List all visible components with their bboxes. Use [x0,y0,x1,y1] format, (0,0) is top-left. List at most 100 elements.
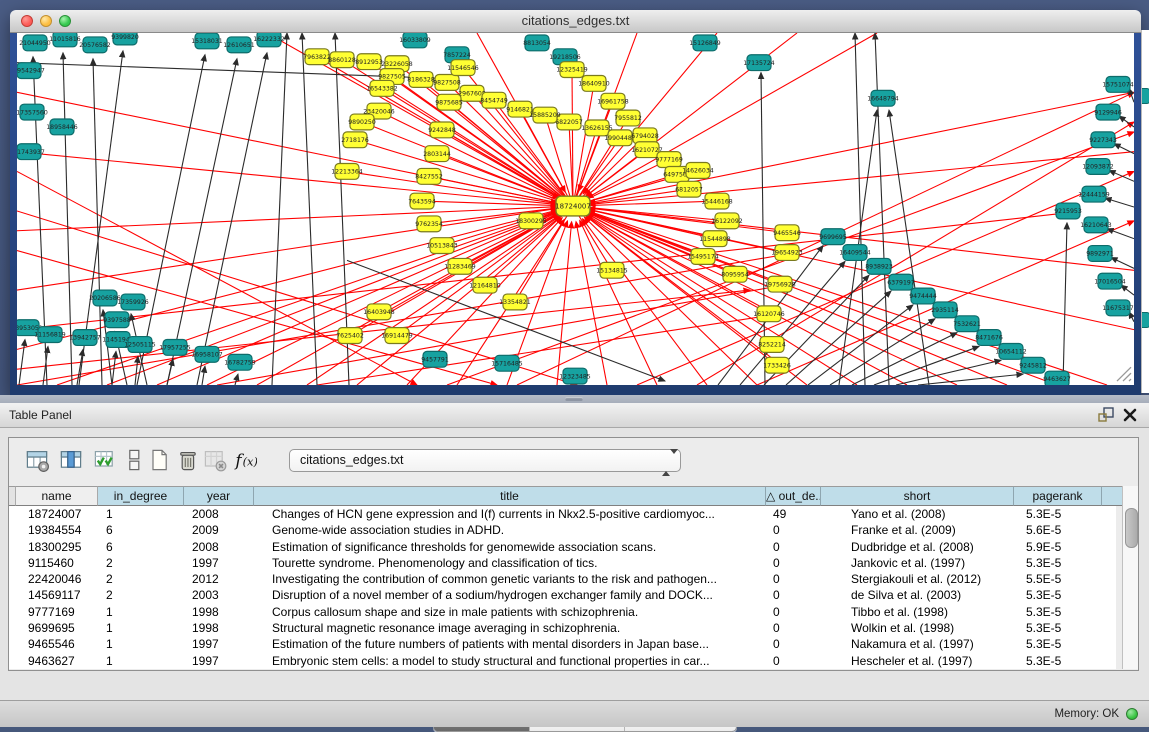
column-header-title[interactable]: title [254,486,766,506]
graph-node-teal[interactable]: 17957255 [159,340,191,356]
graph-node-teal[interactable]: 9892971 [1086,246,1114,262]
graph-node-teal[interactable]: 8813054 [523,35,551,51]
graph-node-yellow[interactable]: 9875685 [435,94,463,110]
graph-node-teal[interactable]: 11156819 [34,327,66,343]
graph-node-yellow[interactable]: 19654923 [771,245,803,261]
graph-node-teal[interactable]: 9227343 [1089,132,1117,148]
graph-node-teal[interactable]: 16782759 [224,354,256,370]
graph-node-teal[interactable]: 11015816 [49,33,81,47]
graph-node-yellow[interactable]: 16961758 [597,93,629,109]
graph-node-teal[interactable]: 17016504 [1094,273,1126,289]
table-row[interactable]: 946554611997Estimation of the future num… [9,636,1116,652]
memory-status-icon[interactable] [1126,708,1138,720]
column-header-out_de[interactable]: △ out_de... [766,486,821,506]
graph-node-teal[interactable]: 17359926 [117,294,149,310]
graph-node-yellow[interactable]: 12213364 [331,164,363,180]
graph-node-teal[interactable]: 15126849 [689,35,721,51]
canvas-resize-grip[interactable] [1117,367,1131,381]
graph-node-yellow[interactable]: 11546546 [447,60,479,76]
column-header-pagerank[interactable]: pagerank [1014,486,1102,506]
graph-node-teal[interactable]: 9399820 [111,33,139,45]
graph-node-teal[interactable]: 17357560 [17,104,48,120]
graph-node-yellow[interactable]: 9465546 [773,225,801,241]
column-header-short[interactable]: short [821,486,1014,506]
graph-node-teal[interactable]: 19542947 [17,63,45,79]
graph-node-yellow[interactable]: 7963822 [303,49,331,65]
table-row[interactable]: 1456911722003Disruption of a novel membe… [9,587,1116,603]
graph-node-teal[interactable]: 12610651 [223,37,255,53]
column-mapping-icon[interactable] [59,447,83,473]
select-columns-icon[interactable] [93,447,117,473]
column-header-year[interactable]: year [184,486,254,506]
table-row[interactable]: 2242004622012Investigating the contribut… [9,571,1116,587]
graph-node-teal[interactable]: 21044950 [19,35,51,51]
graph-node-yellow[interactable]: 11283469 [444,258,476,274]
row-height-icon[interactable] [122,447,146,473]
graph-node-yellow[interactable]: 9762354 [415,216,443,232]
graph-node-teal[interactable]: 16409544 [839,245,871,261]
graph-node-teal[interactable]: 2935114 [931,302,959,318]
graph-node-yellow[interactable]: 9827508 [433,75,461,91]
table-row[interactable]: 977716911998Corpus callosum shape and si… [9,604,1116,620]
graph-node-yellow[interactable]: 18640910 [578,76,610,92]
graph-node-teal[interactable]: 12323485 [559,368,591,384]
graph-node-yellow[interactable]: 12325419 [556,62,588,78]
graph-node-yellow[interactable]: 2718176 [341,132,369,148]
column-header-name[interactable]: name [16,486,98,506]
graph-node-teal[interactable]: 12093872 [1082,159,1114,175]
graph-node-teal[interactable]: 18958446 [46,119,78,135]
graph-node-teal[interactable]: 20206586 [89,290,121,306]
graph-node-yellow[interactable]: 7625402 [336,328,364,344]
graph-node-yellow[interactable]: 15495174 [687,249,719,265]
graph-node-teal[interactable]: 8471676 [975,330,1003,346]
horizontal-splitter[interactable] [0,395,1149,403]
graph-node-yellow[interactable]: 16120746 [753,306,785,322]
column-header-in_degree[interactable]: in_degree [98,486,184,506]
close-panel-icon[interactable] [1121,406,1139,424]
table-row[interactable]: 1938455462009Genome-wide association stu… [9,522,1116,538]
window-titlebar[interactable]: citations_edges.txt [10,10,1141,33]
graph-node-teal[interactable]: 8938923 [865,258,893,274]
graph-node-teal[interactable]: 16648794 [867,90,899,106]
table-settings-icon[interactable] [25,447,49,473]
graph-node-yellow[interactable]: 7643594 [408,193,436,209]
graph-node-yellow[interactable]: 9242848 [428,122,456,138]
graph-node-yellow[interactable]: 11544898 [699,231,731,247]
graph-node-teal[interactable]: 11743937 [17,144,45,160]
graph-node-hub[interactable]: 18724007 [555,196,591,216]
graph-node-yellow[interactable]: 2803144 [423,146,451,162]
vertical-scrollbar[interactable] [1122,486,1138,669]
graph-node-yellow[interactable]: 19756928 [764,276,796,292]
graph-node-yellow[interactable]: 16122092 [711,213,743,229]
table-row[interactable]: 911546021997Tourette syndrome. Phenomeno… [9,555,1116,571]
graph-node-teal[interactable]: 16958107 [191,346,223,362]
table-row[interactable]: 1830029562008Estimation of significance … [9,539,1116,555]
graph-node-yellow[interactable]: 18300295 [515,213,547,229]
graph-node-teal[interactable]: 16210643 [1080,217,1112,233]
graph-node-teal[interactable]: 15716485 [491,355,523,371]
delete-entries-icon[interactable] [175,447,199,473]
delete-table-disabled-icon[interactable] [203,447,227,473]
function-builder-icon[interactable]: f(x) [233,447,257,473]
graph-node-teal[interactable]: 12444159 [1078,186,1110,202]
graph-node-yellow[interactable]: 12164810 [469,277,501,293]
graph-node-yellow[interactable]: 8252214 [758,337,786,353]
graph-node-teal[interactable]: 9699695 [819,229,847,245]
graph-node-teal[interactable]: 9457791 [421,351,449,367]
graph-node-teal[interactable]: 15751074 [1102,77,1134,93]
graph-node-teal[interactable]: 9129946 [1094,104,1122,120]
graph-node-yellow[interactable]: 15134815 [596,262,628,278]
table-row[interactable]: 946362711997Embryonic stem cells: a mode… [9,653,1116,669]
graph-node-yellow[interactable]: 8427552 [415,168,443,184]
graph-node-yellow[interactable]: 8186328 [407,72,435,88]
table-row[interactable]: 1872400712008Changes of HCN gene express… [9,506,1116,522]
graph-node-yellow[interactable]: 15446168 [701,193,733,209]
graph-node-yellow[interactable]: 16403948 [363,304,395,320]
graph-node-yellow[interactable]: 10513843 [426,238,458,254]
graph-node-yellow[interactable]: 16914479 [381,328,413,344]
graph-node-yellow[interactable]: 1733426 [763,357,791,373]
graph-node-teal[interactable]: 12505115 [124,337,156,353]
network-canvas[interactable]: 21044950 11015816 20576582 9399820 15318… [17,33,1134,385]
graph-node-teal[interactable]: 9245812 [1019,357,1047,373]
graph-node-teal[interactable]: 9397588 [103,312,131,328]
